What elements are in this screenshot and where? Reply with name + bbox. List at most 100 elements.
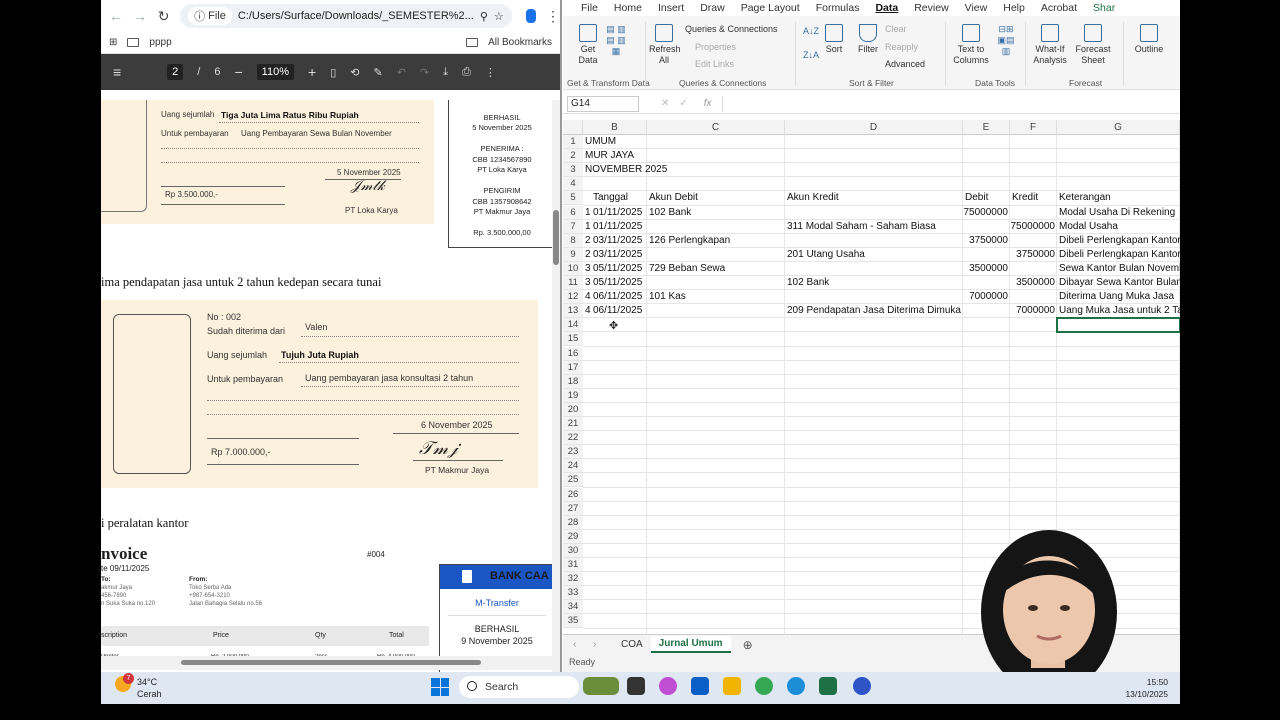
tab-data[interactable]: Data [867, 2, 906, 14]
row-header[interactable]: 16 [563, 346, 583, 361]
page-number-input[interactable]: 2 [167, 64, 184, 80]
hamburger-icon[interactable]: ≡ [113, 64, 121, 80]
url-text[interactable]: C:/Users/Surface/Downloads/_SEMESTER%2..… [238, 10, 474, 22]
credit-account-cell[interactable] [785, 262, 963, 276]
data-tools-icons[interactable]: ⊟⊞ ▣▤ ▥ [995, 24, 1017, 57]
description-cell[interactable]: Dibeli Perlengkapan Kantor [1057, 234, 1180, 248]
row-header[interactable]: 3 [563, 163, 583, 178]
row-header[interactable]: 23 [563, 445, 583, 460]
forward-icon[interactable]: → [133, 8, 147, 24]
download-icon[interactable]: ⤓ [443, 66, 448, 79]
debit-amount-cell[interactable]: 3750000 [963, 234, 1010, 248]
row-header[interactable]: 34 [563, 600, 583, 615]
debit-account-cell[interactable]: 102 Bank [647, 206, 785, 220]
debit-amount-cell[interactable]: 7000000 [963, 290, 1010, 304]
credit-amount-cell[interactable] [1010, 206, 1057, 220]
credit-account-cell[interactable]: 201 Utang Usaha [785, 248, 963, 262]
widgets-icon[interactable] [583, 677, 619, 695]
row-header[interactable]: 14 [563, 318, 583, 333]
more-icon[interactable]: ⋮ [485, 66, 496, 79]
clear-button[interactable]: Clear [885, 24, 907, 34]
queries-connections-button[interactable]: Queries & Connections [685, 24, 778, 34]
title-cell[interactable]: MUR JAYA [583, 149, 783, 163]
fit-page-icon[interactable]: ▯ [330, 66, 336, 79]
menu-kebab-icon[interactable]: ⋮ [546, 8, 560, 25]
formula-input[interactable] [721, 95, 1180, 112]
date-cell[interactable]: 06/11/2025 [591, 304, 647, 318]
credit-account-cell[interactable]: 311 Modal Saham - Saham Biasa [785, 220, 963, 234]
back-icon[interactable]: ← [109, 8, 123, 24]
row-header[interactable]: 15 [563, 332, 583, 347]
row-header[interactable]: 22 [563, 431, 583, 446]
tab-acrobat[interactable]: Acrobat [1033, 2, 1085, 14]
date-cell[interactable]: 06/11/2025 [591, 290, 647, 304]
print-icon[interactable]: ⎙ [462, 66, 471, 79]
tab-review[interactable]: Review [906, 2, 956, 14]
windows-start-icon[interactable] [431, 678, 449, 696]
credit-amount-cell[interactable]: 3500000 [1010, 276, 1057, 290]
header-cell[interactable]: Debit [963, 191, 1010, 205]
debit-account-cell[interactable] [647, 220, 785, 234]
text-to-columns-button[interactable]: Text to Columns [951, 24, 991, 66]
debit-account-cell[interactable] [647, 304, 785, 318]
column-header-b[interactable]: B [583, 120, 647, 135]
undo-icon[interactable]: ↶ [397, 66, 406, 79]
header-cell[interactable]: Akun Kredit [785, 191, 963, 205]
row-header[interactable]: 21 [563, 417, 583, 431]
date-cell[interactable]: 03/11/2025 [591, 248, 647, 262]
pdf-hscroll-thumb[interactable] [181, 660, 481, 665]
zoom-app-icon[interactable] [853, 677, 871, 695]
annotate-icon[interactable]: ✎ [373, 66, 382, 79]
row-header[interactable]: 5 [563, 191, 583, 206]
tab-formulas[interactable]: Formulas [808, 2, 868, 14]
edit-links-button[interactable]: Edit Links [695, 59, 734, 69]
row-header[interactable]: 4 [563, 177, 583, 192]
column-header-g[interactable]: G [1057, 120, 1180, 135]
date-cell[interactable]: 01/11/2025 [591, 206, 647, 220]
corner-select-all[interactable] [563, 120, 583, 135]
sheet-nav-right-icon[interactable]: › [593, 639, 613, 650]
zoom-icon[interactable]: ⚲ [480, 10, 488, 23]
row-header[interactable]: 1 [563, 135, 583, 149]
row-header[interactable]: 27 [563, 501, 583, 516]
sheet-tab-coa[interactable]: COA [613, 637, 651, 652]
tab-page-layout[interactable]: Page Layout [733, 2, 808, 14]
row-header[interactable]: 8 [563, 233, 583, 248]
add-sheet-icon[interactable]: ⊕ [743, 638, 753, 652]
edge-icon[interactable] [787, 677, 805, 695]
row-header[interactable]: 29 [563, 529, 583, 544]
apps-grid-icon[interactable]: ⊞ [109, 37, 117, 48]
description-cell[interactable]: Uang Muka Jasa untuk 2 Ta [1057, 304, 1180, 318]
file-chip[interactable]: ⓘ File [188, 7, 232, 25]
redo-icon[interactable]: ↷ [420, 66, 429, 79]
copilot-icon[interactable] [659, 677, 677, 695]
header-cell[interactable]: Keterangan [1057, 191, 1180, 205]
credit-amount-cell[interactable]: 3750000 [1010, 248, 1057, 262]
row-header[interactable]: 2 [563, 149, 583, 164]
row-header[interactable]: 18 [563, 374, 583, 389]
description-cell[interactable]: Modal Usaha [1057, 220, 1180, 234]
advanced-button[interactable]: Advanced [885, 59, 925, 69]
tab-draw[interactable]: Draw [692, 2, 733, 14]
debit-account-cell[interactable]: 729 Beban Sewa [647, 262, 785, 276]
fx-icon[interactable]: fx [704, 98, 712, 109]
pdf-horizontal-scrollbar[interactable] [101, 656, 560, 670]
row-header[interactable]: 9 [563, 247, 583, 262]
address-bar[interactable]: ⓘ File C:/Users/Surface/Downloads/_SEMEST… [180, 4, 512, 28]
sort-za-icon[interactable]: Z↓A [803, 50, 819, 60]
row-header[interactable]: 26 [563, 487, 583, 502]
forecast-sheet-button[interactable]: Forecast Sheet [1073, 24, 1113, 66]
row-header[interactable]: 6 [563, 205, 583, 220]
column-header-d[interactable]: D [785, 120, 963, 135]
debit-amount-cell[interactable] [963, 304, 1010, 318]
row-header[interactable]: 28 [563, 515, 583, 530]
sheet-nav-left-icon[interactable]: ‹ [563, 639, 593, 650]
debit-account-cell[interactable] [647, 276, 785, 290]
row-header[interactable]: 32 [563, 572, 583, 587]
header-cell[interactable]: Tanggal [591, 191, 647, 205]
cancel-icon[interactable]: ✕ [661, 98, 669, 109]
store-icon[interactable] [691, 677, 709, 695]
description-cell[interactable]: Modal Usaha Di Rekening [1057, 206, 1180, 220]
tab-file[interactable]: File [573, 2, 606, 14]
pdf-vertical-scrollbar[interactable] [552, 100, 560, 674]
